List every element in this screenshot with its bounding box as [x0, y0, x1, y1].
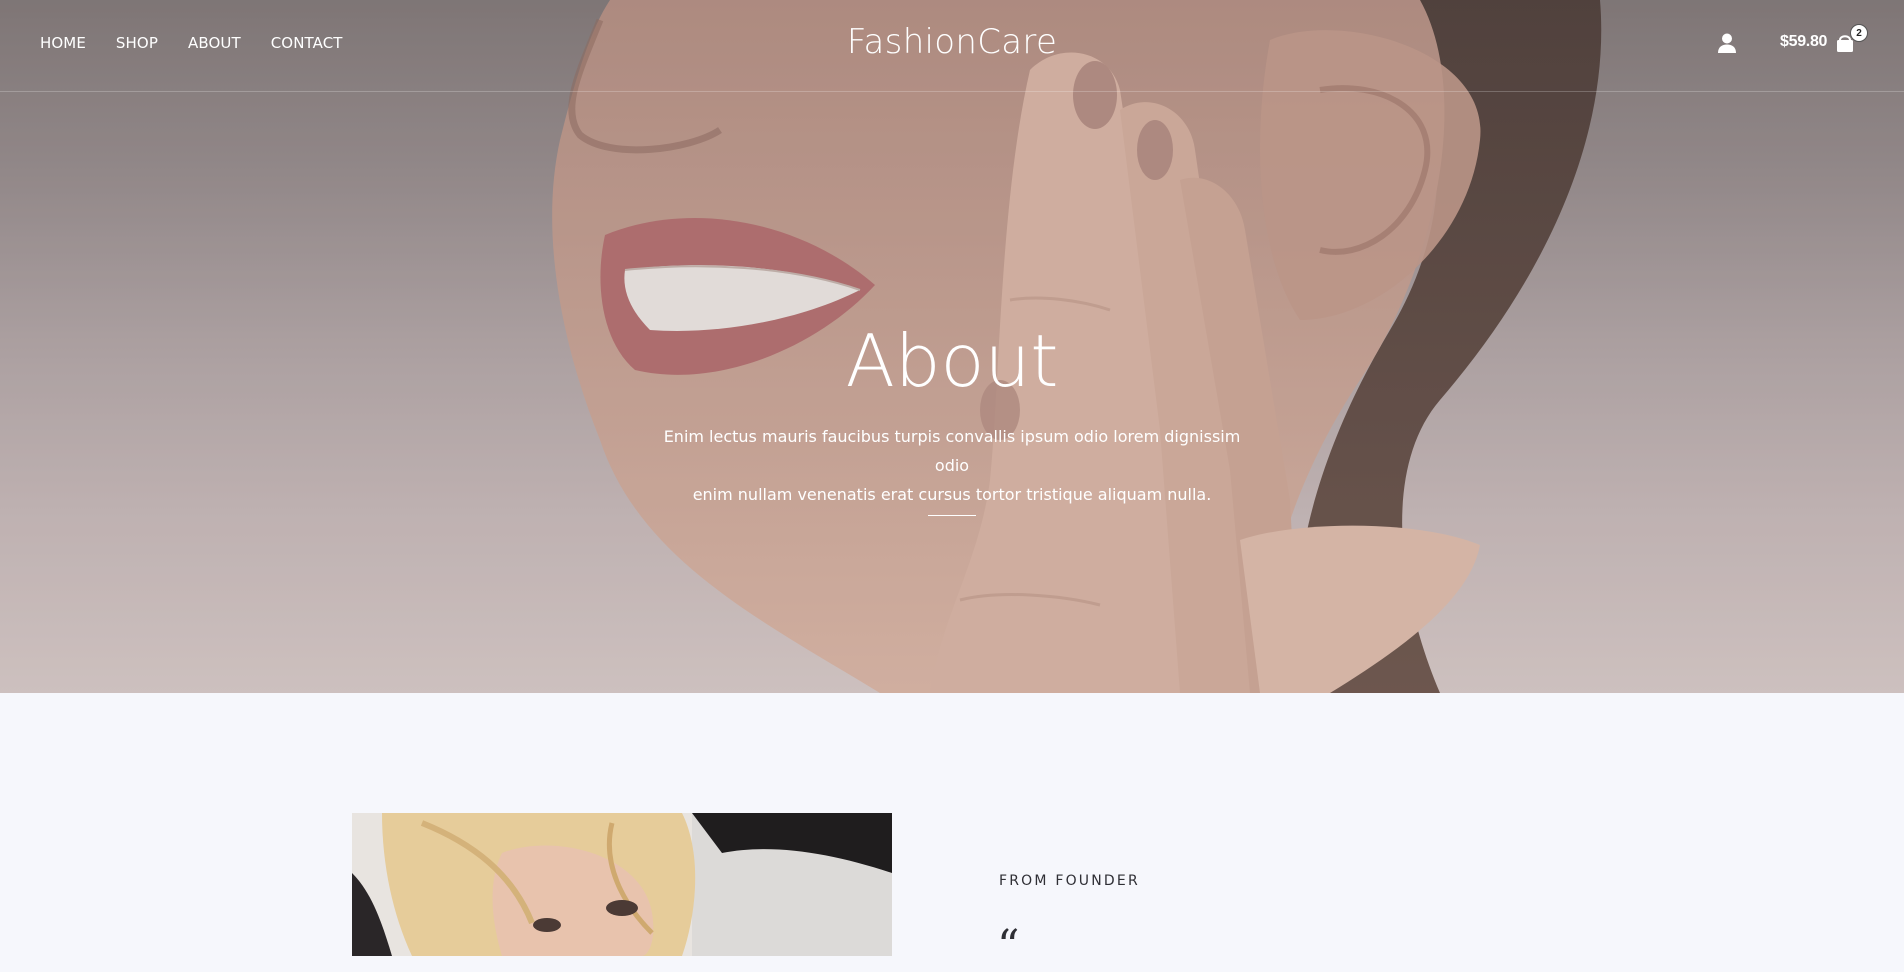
- nav-about[interactable]: ABOUT: [188, 34, 241, 52]
- site-header: HOME SHOP ABOUT CONTACT FashionCare $59.…: [0, 0, 1904, 92]
- hero-subtitle: Enim lectus mauris faucibus turpis conva…: [652, 422, 1252, 509]
- quote-icon: “: [997, 921, 1020, 972]
- founder-photo-art: [352, 813, 892, 956]
- hero-subtitle-line-1: Enim lectus mauris faucibus turpis conva…: [663, 427, 1241, 475]
- hero-divider: [928, 515, 976, 516]
- cart-total[interactable]: $59.80: [1780, 33, 1827, 51]
- nav-home[interactable]: HOME: [40, 34, 86, 52]
- main-nav: HOME SHOP ABOUT CONTACT: [40, 34, 373, 52]
- page-title: About: [845, 319, 1059, 403]
- user-icon: [1718, 33, 1736, 53]
- cart-count-badge: 2: [1850, 24, 1868, 42]
- hero-subtitle-line-2: enim nullam venenatis erat cursus tortor…: [692, 485, 1212, 504]
- founder-label: FROM FOUNDER: [999, 873, 1140, 889]
- founder-image: [352, 813, 892, 956]
- site-logo[interactable]: FashionCare: [847, 22, 1057, 62]
- founder-section: FROM FOUNDER “: [0, 693, 1904, 969]
- nav-contact[interactable]: CONTACT: [271, 34, 343, 52]
- account-button[interactable]: [1716, 32, 1738, 54]
- nav-shop[interactable]: SHOP: [116, 34, 158, 52]
- hero-section: HOME SHOP ABOUT CONTACT FashionCare $59.…: [0, 0, 1904, 693]
